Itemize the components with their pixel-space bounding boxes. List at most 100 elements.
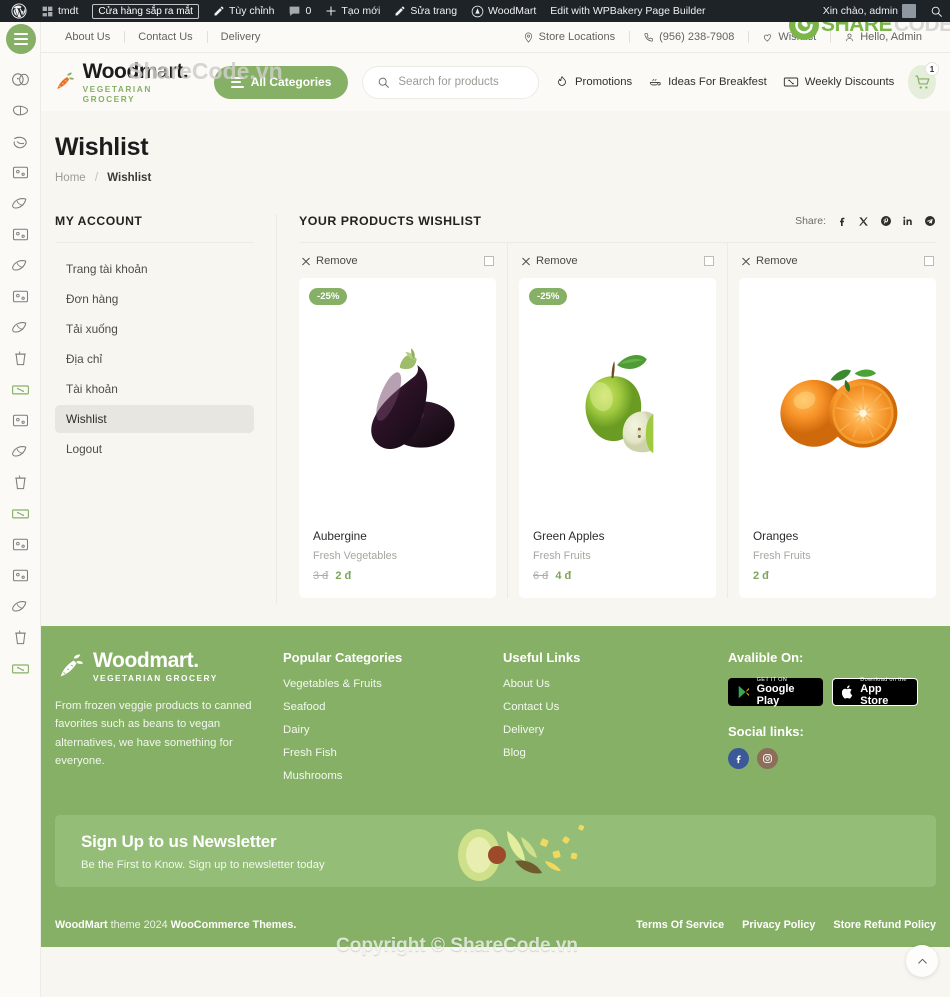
search-icon bbox=[379, 77, 390, 88]
edit-page-button[interactable]: Sửa trang bbox=[387, 0, 464, 22]
product-name[interactable]: Aubergine bbox=[313, 529, 482, 543]
copyright-link-store-refund-policy[interactable]: Store Refund Policy bbox=[833, 919, 936, 931]
site-name-label: tmdt bbox=[58, 5, 79, 17]
sidebar-item-tai-khoan[interactable]: Tài khoản bbox=[55, 375, 254, 403]
header-link-weekly-discounts[interactable]: Weekly Discounts bbox=[783, 75, 894, 89]
rail-cheese-block-icon-3[interactable] bbox=[9, 285, 31, 307]
page-title: Wishlist bbox=[55, 133, 149, 161]
sidebar-item-trang-tai-khoan[interactable]: Trang tài khoản bbox=[55, 255, 254, 283]
scroll-to-top-button[interactable] bbox=[906, 945, 938, 977]
rail-cheese-block-icon-5[interactable] bbox=[9, 533, 31, 555]
facebook-icon[interactable] bbox=[728, 748, 749, 769]
product-name[interactable]: Oranges bbox=[753, 529, 922, 543]
rail-croissant-icon-2[interactable] bbox=[9, 254, 31, 276]
rail-discount-tag-icon-3[interactable] bbox=[9, 657, 31, 679]
footer-category-dairy[interactable]: Dairy bbox=[283, 724, 485, 736]
howdy-menu[interactable]: Xin chào, admin bbox=[816, 0, 923, 22]
rail-drink-cup-icon-3[interactable] bbox=[9, 626, 31, 648]
rail-cheese-block-icon-2[interactable] bbox=[9, 223, 31, 245]
sidebar-item-wishlist[interactable]: Wishlist bbox=[55, 405, 254, 433]
remove-button[interactable]: Remove bbox=[741, 255, 798, 267]
topbar-link-about-us[interactable]: About Us bbox=[51, 31, 124, 43]
site-name-menu[interactable]: tmdt bbox=[34, 0, 85, 22]
rail-cheese-block-icon[interactable] bbox=[9, 161, 31, 183]
rail-cheese-block-icon-4[interactable] bbox=[9, 409, 31, 431]
telegram-icon[interactable] bbox=[923, 215, 936, 228]
product-card[interactable]: -25% bbox=[519, 278, 716, 598]
all-categories-button[interactable]: All Categories bbox=[213, 65, 349, 99]
footer-categories-column: Popular Categories Vegetables & Fruits S… bbox=[283, 650, 503, 793]
pinterest-icon[interactable] bbox=[879, 215, 892, 228]
new-content-button[interactable]: Tạo mới bbox=[318, 0, 387, 22]
footer-link-blog[interactable]: Blog bbox=[503, 747, 710, 759]
rail-cheese-slice-icon[interactable] bbox=[9, 99, 31, 121]
copyright-link-terms-of-service[interactable]: Terms Of Service bbox=[636, 919, 724, 931]
map-pin-icon bbox=[524, 32, 532, 43]
footer-logo[interactable]: Woodmart. VEGETARIAN GROCERY bbox=[55, 650, 261, 683]
rail-discount-tag-icon[interactable] bbox=[9, 378, 31, 400]
site-logo[interactable]: Woodmart. VEGETARIAN GROCERY bbox=[53, 61, 192, 104]
instagram-icon[interactable] bbox=[757, 748, 778, 769]
newsletter-text: Sign Up to us Newsletter Be the First to… bbox=[81, 832, 325, 871]
select-checkbox[interactable] bbox=[924, 256, 934, 266]
account-link[interactable]: Hello, Admin bbox=[830, 31, 936, 43]
newsletter-banner[interactable]: Sign Up to us Newsletter Be the First to… bbox=[55, 815, 936, 887]
footer-category-vegetables-fruits[interactable]: Vegetables & Fruits bbox=[283, 678, 485, 690]
topbar-link-contact-us[interactable]: Contact Us bbox=[124, 31, 206, 43]
rail-drink-cup-icon-2[interactable] bbox=[9, 471, 31, 493]
rail-croissant-icon-3[interactable] bbox=[9, 316, 31, 338]
app-store-button[interactable]: Download on the App Store bbox=[832, 677, 918, 707]
sidebar-item-don-hang[interactable]: Đơn hàng bbox=[55, 285, 254, 313]
phone-link[interactable]: (956) 238-7908 bbox=[629, 31, 748, 43]
search-bar[interactable]: Search for products bbox=[362, 65, 540, 99]
rail-shrimp-icon[interactable] bbox=[9, 130, 31, 152]
header-link-ideas-for-breakfest[interactable]: Ideas For Breakfest bbox=[648, 75, 767, 89]
x-twitter-icon[interactable] bbox=[857, 215, 870, 228]
comments-button[interactable]: 0 bbox=[281, 0, 318, 22]
rail-discount-tag-icon-2[interactable] bbox=[9, 502, 31, 524]
footer-link-contact-us[interactable]: Contact Us bbox=[503, 701, 710, 713]
rail-croissant-icon-5[interactable] bbox=[9, 595, 31, 617]
footer-category-fresh-fish[interactable]: Fresh Fish bbox=[283, 747, 485, 759]
copyright-link-privacy-policy[interactable]: Privacy Policy bbox=[742, 919, 815, 931]
breadcrumb-home[interactable]: Home bbox=[55, 172, 86, 184]
product-card[interactable]: -25% bbox=[299, 278, 496, 598]
remove-button[interactable]: Remove bbox=[521, 255, 578, 267]
sidebar-item-tai-xuong[interactable]: Tải xuống bbox=[55, 315, 254, 343]
admin-search-button[interactable] bbox=[923, 0, 950, 22]
rail-cheese-block-icon-6[interactable] bbox=[9, 564, 31, 586]
remove-button[interactable]: Remove bbox=[301, 255, 358, 267]
product-card[interactable]: Oranges Fresh Fruits 2 đ bbox=[739, 278, 936, 598]
rail-croissant-icon-4[interactable] bbox=[9, 440, 31, 462]
rail-drink-cup-icon[interactable] bbox=[9, 347, 31, 369]
select-checkbox[interactable] bbox=[484, 256, 494, 266]
google-play-button[interactable]: GET IT ON Google Play bbox=[728, 677, 824, 707]
customize-button[interactable]: Tùy chỉnh bbox=[206, 0, 282, 22]
mobile-menu-button[interactable] bbox=[6, 24, 36, 54]
facebook-icon[interactable] bbox=[835, 215, 848, 228]
rail-croissant-icon[interactable] bbox=[9, 192, 31, 214]
product-name[interactable]: Green Apples bbox=[533, 529, 702, 543]
footer-link-about-us[interactable]: About Us bbox=[503, 678, 710, 690]
rail-cheese-wedges-icon[interactable] bbox=[9, 68, 31, 90]
newsletter-subtitle: Be the First to Know. Sign up to newslet… bbox=[81, 858, 325, 871]
new-content-label: Tạo mới bbox=[341, 5, 381, 17]
wishlist-link[interactable]: Wishlist bbox=[748, 31, 830, 43]
footer-link-delivery[interactable]: Delivery bbox=[503, 724, 710, 736]
footer-category-mushrooms[interactable]: Mushrooms bbox=[283, 770, 485, 782]
cart-button[interactable]: 1 bbox=[908, 62, 939, 99]
topbar-link-delivery[interactable]: Delivery bbox=[207, 31, 275, 43]
wpbakery-button[interactable]: Edit with WPBakery Page Builder bbox=[543, 0, 712, 22]
woodmart-menu[interactable]: WoodMart bbox=[464, 0, 543, 22]
footer-category-seafood[interactable]: Seafood bbox=[283, 701, 485, 713]
store-locations-button[interactable]: Store Locations bbox=[509, 31, 629, 43]
linkedin-icon[interactable] bbox=[901, 215, 914, 228]
sidebar-item-logout[interactable]: Logout bbox=[55, 435, 254, 463]
wordpress-logo-button[interactable] bbox=[4, 0, 34, 22]
account-sidebar: MY ACCOUNT Trang tài khoản Đơn hàng Tải … bbox=[55, 214, 277, 604]
wishlist-grid: Remove -25% Aubergine Fresh Vegetables 3… bbox=[299, 243, 936, 598]
select-checkbox[interactable] bbox=[704, 256, 714, 266]
sidebar-item-dia-chi[interactable]: Địa chỉ bbox=[55, 345, 254, 373]
header-link-promotions[interactable]: Promotions bbox=[555, 75, 632, 89]
coming-soon-button[interactable]: Cửa hàng sắp ra mắt bbox=[85, 0, 206, 22]
